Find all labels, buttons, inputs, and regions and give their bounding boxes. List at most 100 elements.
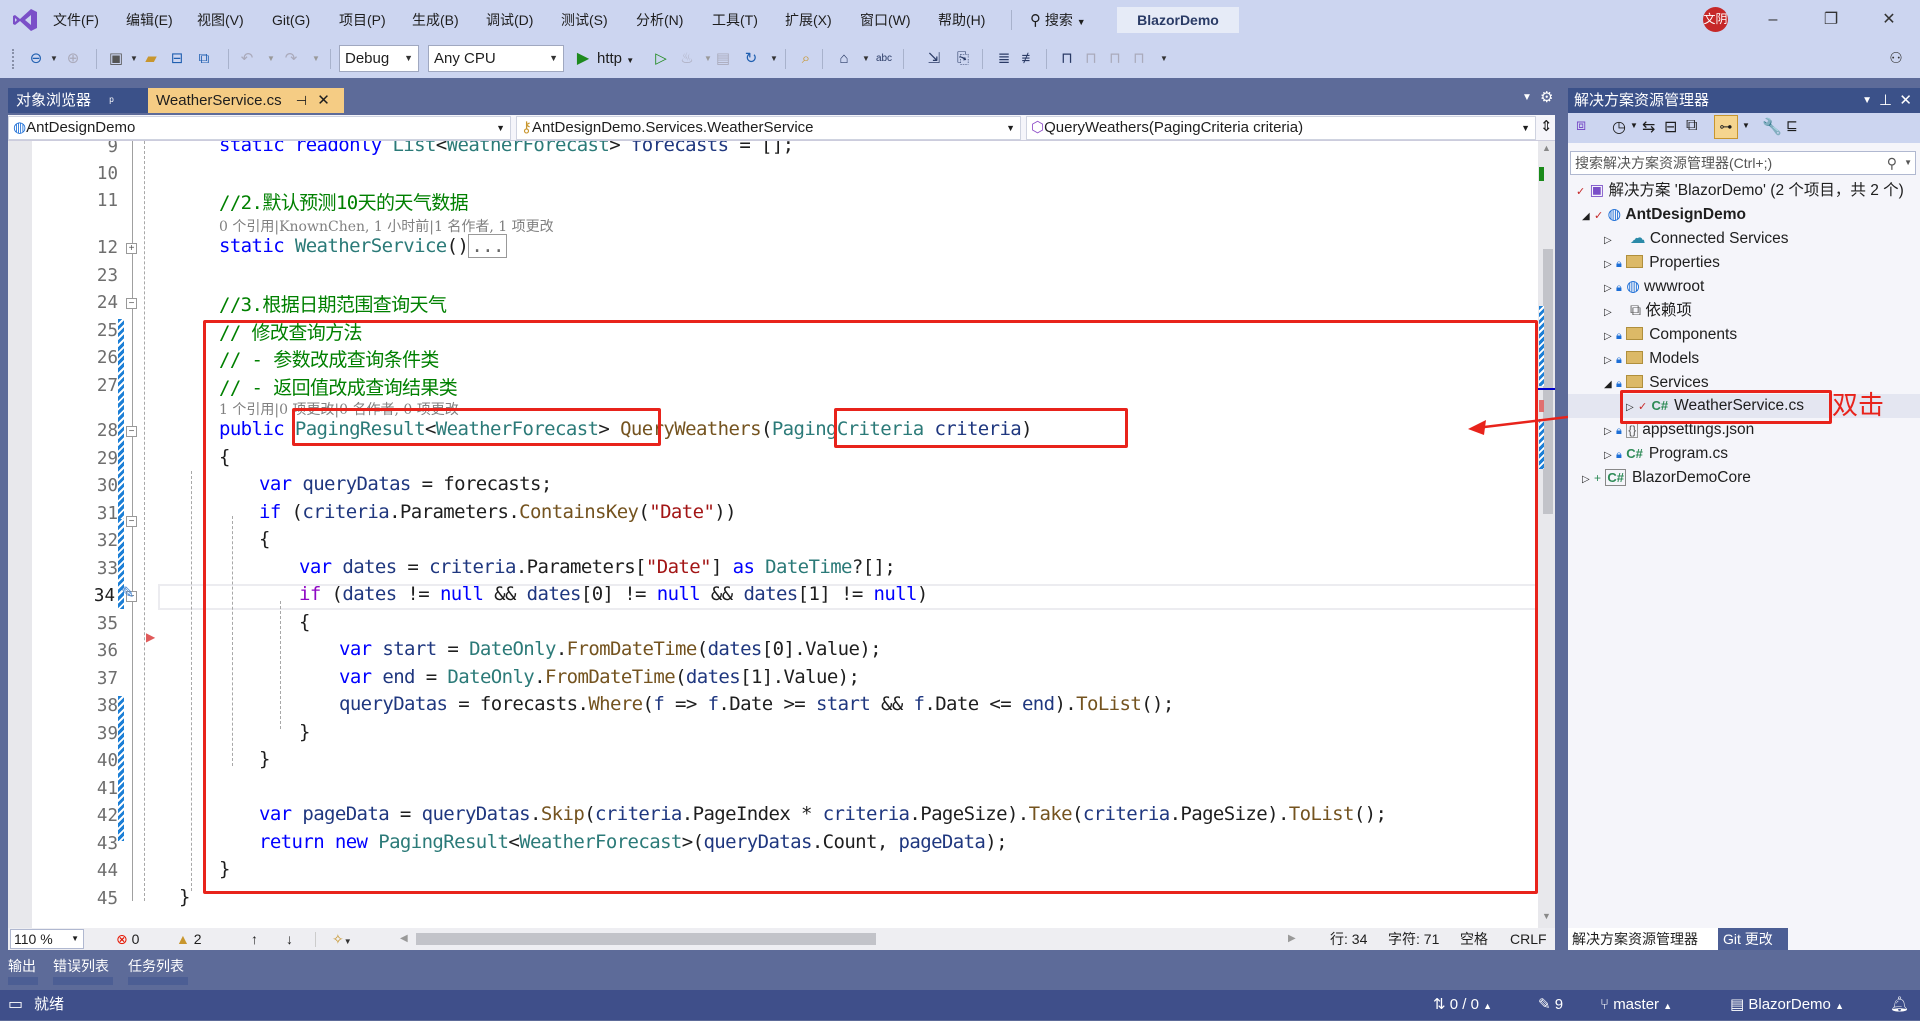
quick-actions-icon[interactable]: ✎: [121, 583, 134, 603]
tree-components[interactable]: ▷ 🔒︎ Components: [1604, 323, 1737, 347]
code-cleanup-icon[interactable]: ✧▼: [332, 928, 352, 953]
pending-changes-status[interactable]: ✎ 9: [1538, 990, 1563, 1020]
code-editor[interactable]: + − − − − ✎ ▶ 9 10 11 12 23 24 25 26 27 …: [8, 141, 1555, 928]
browser-link-icon[interactable]: ▤: [712, 48, 734, 70]
tab-overflow-icon[interactable]: ▼: [1522, 92, 1532, 103]
collapsed-triangle-icon[interactable]: ▷: [1604, 283, 1612, 294]
pin-icon[interactable]: ⊥: [1879, 88, 1892, 113]
tab-solution-explorer[interactable]: 解决方案资源管理器: [1568, 928, 1718, 950]
collapse-region-icon[interactable]: −: [126, 298, 137, 309]
search-button[interactable]: ⚲ 搜索 ▼: [1030, 8, 1086, 32]
code-line[interactable]: //3.根据日期范围查询天气: [219, 290, 447, 317]
collapsed-triangle-icon[interactable]: ▷: [1604, 450, 1612, 461]
previous-issue-icon[interactable]: ↑: [251, 928, 258, 950]
tree-connected-services[interactable]: ▷ ☁ Connected Services: [1604, 227, 1789, 251]
account-avatar[interactable]: 文阴: [1703, 7, 1728, 32]
toggle-panel-icon[interactable]: ⎘: [952, 48, 974, 70]
spell-check-icon[interactable]: abc: [873, 48, 895, 70]
menu-help[interactable]: 帮助(H): [938, 0, 985, 40]
collapse-all-icon[interactable]: ⊟: [1664, 117, 1677, 137]
tree-project-blazordemocore[interactable]: ▷ + C# BlazorDemoCore: [1582, 466, 1751, 490]
collapsed-triangle-icon[interactable]: ▷: [1604, 307, 1612, 318]
comment-lines-icon[interactable]: ≣: [993, 48, 1015, 70]
settings-gear-icon[interactable]: ⚙: [1540, 88, 1553, 106]
menu-window[interactable]: 窗口(W): [860, 0, 911, 40]
layout-icon[interactable]: ⌂: [833, 48, 855, 70]
line-ending[interactable]: CRLF: [1510, 928, 1547, 950]
solution-configuration-select[interactable]: Debug ▼: [339, 45, 419, 72]
open-folder-icon[interactable]: ▰: [140, 48, 162, 70]
codelens-references[interactable]: 0 个引用|KnownChen, 1 小时前|1 名作者, 1 项更改: [219, 216, 554, 236]
scroll-thumb[interactable]: [1543, 249, 1553, 514]
toolbar-overflow-icon[interactable]: ▼: [1153, 48, 1175, 70]
menu-extensions[interactable]: 扩展(X): [785, 0, 832, 40]
menu-debug[interactable]: 调试(D): [486, 0, 533, 40]
member-dropdown[interactable]: ⬡QueryWeathers(PagingCriteria criteria) ▼: [1026, 116, 1536, 140]
undo-icon[interactable]: ↶: [236, 48, 258, 70]
preview-icon[interactable]: ⊑: [1786, 117, 1798, 134]
chevron-down-icon[interactable]: ▼: [305, 48, 327, 70]
errors-indicator[interactable]: ⊗ 0: [116, 928, 139, 950]
chevron-down-icon[interactable]: ▼: [260, 48, 282, 70]
menu-git[interactable]: Git(G): [272, 0, 310, 40]
indentation-mode[interactable]: 空格: [1460, 928, 1488, 950]
previous-bookmark-icon[interactable]: ⊓: [1080, 48, 1102, 70]
notifications-bell-icon[interactable]: 🔔︎: [1890, 990, 1909, 1020]
menu-analyze[interactable]: 分析(N): [636, 0, 683, 40]
restore-button[interactable]: ❐: [1808, 0, 1854, 40]
project-dropdown[interactable]: ◍AntDesignDemo ▼: [8, 116, 511, 140]
solution-platform-select[interactable]: Any CPU ▼: [428, 45, 564, 72]
collapsed-triangle-icon[interactable]: ▷: [1604, 331, 1612, 342]
tree-solution[interactable]: ✓ ▣ 解决方案 'BlazorDemo' (2 个项目，共 2 个): [1576, 179, 1904, 203]
tab-task-list[interactable]: 任务列表: [128, 955, 184, 977]
find-in-files-icon[interactable]: ⌕: [795, 48, 817, 70]
git-branch-status[interactable]: ⑂ master ▲: [1600, 990, 1672, 1021]
bookmark-icon[interactable]: ⊓: [1056, 48, 1078, 70]
zoom-level-select[interactable]: 110 % ▼: [10, 929, 84, 949]
collapsed-triangle-icon[interactable]: ▷: [1604, 355, 1612, 366]
refresh-icon[interactable]: ↻: [740, 48, 762, 70]
git-sync-status[interactable]: ⇅ 0 / 0 ▲: [1433, 990, 1492, 1021]
start-without-debugging-icon[interactable]: ▷: [650, 48, 672, 70]
tab-object-browser[interactable]: 对象浏览器 ᵖ: [8, 88, 148, 113]
save-all-icon[interactable]: ⧉: [193, 48, 215, 70]
sync-with-document-icon[interactable]: ⇆: [1642, 117, 1655, 137]
collapsed-region-button[interactable]: ...: [468, 234, 507, 258]
toolbar-grip[interactable]: [12, 49, 16, 69]
scroll-left-icon[interactable]: ◀: [400, 928, 408, 950]
code-line[interactable]: static readonly List<WeatherForecast> fo…: [219, 141, 794, 156]
menu-view[interactable]: 视图(V): [197, 0, 244, 40]
navigate-forward-icon[interactable]: ⊕: [62, 48, 84, 70]
tab-weatherservice-cs[interactable]: WeatherService.cs ⊣ ✕: [148, 88, 344, 113]
chevron-down-icon[interactable]: ▼: [1630, 121, 1638, 130]
start-debugging-icon[interactable]: ▶: [572, 48, 594, 70]
menu-test[interactable]: 测试(S): [561, 0, 608, 40]
menu-edit[interactable]: 编辑(E): [126, 0, 173, 40]
warnings-indicator[interactable]: ▲ 2: [176, 928, 202, 950]
start-target-button[interactable]: http ▼: [597, 48, 634, 70]
close-panel-icon[interactable]: ✕: [1899, 88, 1912, 113]
split-window-icon[interactable]: ⇕: [1540, 117, 1553, 135]
collapsed-triangle-icon[interactable]: ▷: [1582, 474, 1590, 485]
menu-tools[interactable]: 工具(T): [712, 0, 758, 40]
uncomment-lines-icon[interactable]: ≢: [1018, 48, 1040, 70]
tree-program-cs[interactable]: ▷ 🔒︎ C# Program.cs: [1604, 442, 1728, 466]
tree-project-antdesigndemo[interactable]: ◢ ✓ ◍ AntDesignDemo: [1582, 203, 1746, 227]
collapse-region-icon[interactable]: −: [126, 516, 137, 527]
cursor-column[interactable]: 字符: 71: [1388, 928, 1439, 950]
chevron-down-icon[interactable]: ▼: [1742, 121, 1750, 130]
preview-selected-icon[interactable]: ⊶: [1714, 115, 1738, 139]
clear-bookmarks-icon[interactable]: ⊓: [1128, 48, 1150, 70]
scroll-up-icon[interactable]: ▲: [1542, 143, 1551, 153]
tab-git-changes[interactable]: Git 更改: [1718, 928, 1788, 950]
close-window-button[interactable]: ✕: [1866, 0, 1912, 40]
cursor-line[interactable]: 行: 34: [1330, 928, 1367, 950]
collapsed-triangle-icon[interactable]: ▷: [1604, 235, 1612, 246]
scroll-right-icon[interactable]: ▶: [1288, 928, 1296, 950]
collapsed-triangle-icon[interactable]: ▷: [1604, 259, 1612, 270]
git-repository-status[interactable]: ▤ BlazorDemo ▲: [1730, 990, 1844, 1021]
pending-changes-filter-icon[interactable]: ◷: [1612, 117, 1626, 137]
collapsed-triangle-icon[interactable]: ▷: [1604, 426, 1612, 437]
type-dropdown[interactable]: ⚷AntDesignDemo.Services.WeatherService ▼: [516, 116, 1021, 140]
tab-error-list[interactable]: 错误列表: [53, 955, 109, 977]
